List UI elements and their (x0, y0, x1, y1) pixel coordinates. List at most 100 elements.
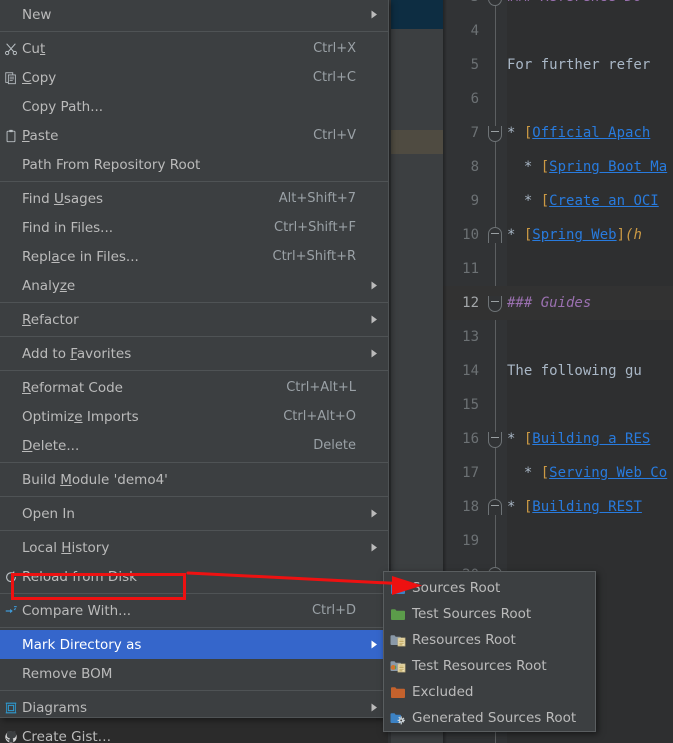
code-text: The following gu (507, 363, 642, 379)
menu-item-find-usages[interactable]: Find Usages Alt+Shift+7 (0, 184, 388, 213)
chevron-right-icon (370, 10, 388, 19)
code-text: * [Building REST (507, 499, 642, 515)
fold-toggle-icon[interactable] (488, 499, 502, 515)
fold-toggle-icon[interactable] (488, 126, 502, 142)
submenu-item-excluded[interactable]: Excluded (384, 679, 595, 705)
editor-line[interactable]: 9 * [Create an OCI (443, 184, 673, 218)
chevron-right-icon (370, 509, 388, 518)
menu-item-label: Reload from Disk (22, 568, 137, 585)
editor-line[interactable]: 7 * [Official Apach (443, 116, 673, 150)
menu-item-build-module-demo4[interactable]: Build Module 'demo4' (0, 465, 388, 494)
editor-line[interactable]: 14 The following gu (443, 354, 673, 388)
menu-item-label: Optimize Imports (22, 408, 139, 425)
menu-item-icon-slot (0, 465, 22, 494)
menu-separator (0, 370, 388, 371)
code-text: * [Spring Web](h (507, 227, 642, 243)
fold-toggle-icon[interactable] (488, 432, 502, 448)
menu-item-label: Build Module 'demo4' (22, 471, 168, 488)
menu-item-label: Analyze (22, 277, 76, 294)
code-text: * [Building a RES (507, 431, 651, 447)
menu-item-cut[interactable]: Cut Ctrl+X (0, 34, 388, 63)
line-number: 17 (462, 465, 479, 481)
editor-line[interactable]: 17 * [Serving Web Co (443, 456, 673, 490)
menu-item-icon-slot (0, 402, 22, 431)
menu-item-add-to-favorites[interactable]: Add to Favorites (0, 339, 388, 368)
editor-line[interactable]: 12 ### Guides (443, 286, 673, 320)
blue-folder-lines-icon (384, 627, 412, 653)
menu-item-find-in-files[interactable]: Find in Files... Ctrl+Shift+F (0, 213, 388, 242)
menu-item-analyze[interactable]: Analyze (0, 271, 388, 300)
chevron-right-icon (370, 281, 388, 290)
menu-separator (0, 496, 388, 497)
menu-item-replace-in-files[interactable]: Replace in Files... Ctrl+Shift+R (0, 242, 388, 271)
menu-item-delete[interactable]: Delete... Delete (0, 431, 388, 460)
scissors-icon (0, 34, 22, 63)
submenu-item-generated-sources-root[interactable]: Generated Sources Root (384, 705, 595, 731)
project-selected-row[interactable] (391, 0, 443, 29)
editor-line[interactable]: 8 * [Spring Boot Ma (443, 150, 673, 184)
menu-item-new[interactable]: New (0, 0, 388, 29)
editor-line[interactable]: 4 (443, 14, 673, 48)
submenu-item-label: Test Resources Root (412, 658, 547, 674)
menu-item-icon-slot (0, 339, 22, 368)
menu-item-reload-from-disk[interactable]: Reload from Disk (0, 562, 388, 591)
editor-line[interactable]: 10 * [Spring Web](h (443, 218, 673, 252)
fold-toggle-icon[interactable] (488, 0, 502, 6)
menu-separator (0, 302, 388, 303)
menu-item-label: Copy (22, 69, 57, 86)
github-icon (0, 722, 22, 743)
editor-line[interactable]: 18 * [Building REST (443, 490, 673, 524)
menu-item-icon-slot (0, 499, 22, 528)
editor-line[interactable]: 15 (443, 388, 673, 422)
menu-item-icon-slot (0, 630, 22, 659)
editor-line[interactable]: 13 (443, 320, 673, 354)
submenu-item-sources-root[interactable]: Sources Root (384, 575, 595, 601)
editor-line[interactable]: 11 (443, 252, 673, 286)
editor-line[interactable]: 19 (443, 524, 673, 558)
menu-item-icon-slot (0, 242, 22, 271)
menu-item-shortcut: Alt+Shift+7 (278, 191, 356, 206)
fold-toggle-icon[interactable] (488, 227, 502, 243)
fold-toggle-icon[interactable] (488, 296, 502, 312)
menu-item-open-in[interactable]: Open In (0, 499, 388, 528)
menu-item-optimize-imports[interactable]: Optimize Imports Ctrl+Alt+O (0, 402, 388, 431)
project-highlighted-row[interactable] (391, 130, 443, 154)
code-text: * [Spring Boot Ma (507, 159, 668, 175)
editor-line[interactable]: 6 (443, 82, 673, 116)
submenu-item-resources-root[interactable]: Resources Root (384, 627, 595, 653)
mark-directory-as-submenu[interactable]: Sources Root Test Sources Root Resources R… (383, 571, 596, 732)
menu-item-path-from-repository-root[interactable]: Path From Repository Root (0, 150, 388, 179)
menu-separator (0, 593, 388, 594)
menu-item-icon-slot (0, 0, 22, 29)
editor-line[interactable]: 3 ### Reference Do (443, 0, 673, 14)
context-menu[interactable]: New Cut Ctrl+X Copy Ctrl+C Copy Path... Paste C… (0, 0, 389, 743)
submenu-item-test-sources-root[interactable]: Test Sources Root (384, 601, 595, 627)
menu-item-shortcut: Ctrl+C (312, 70, 356, 85)
menu-item-shortcut: Ctrl+Shift+R (272, 249, 357, 264)
menu-item-mark-directory-as[interactable]: Mark Directory as (0, 630, 388, 659)
menu-item-remove-bom[interactable]: Remove BOM (0, 659, 388, 688)
code-text: * [Official Apach (507, 125, 651, 141)
menu-item-icon-slot (0, 213, 22, 242)
line-number: 19 (462, 533, 479, 549)
menu-item-shortcut: Ctrl+Alt+L (286, 380, 356, 395)
menu-item-diagrams[interactable]: Diagrams (0, 693, 388, 722)
editor-line[interactable]: 16 * [Building a RES (443, 422, 673, 456)
line-number: 8 (470, 159, 479, 175)
menu-item-icon-slot (0, 431, 22, 460)
menu-item-copy-path[interactable]: Copy Path... (0, 92, 388, 121)
menu-item-paste[interactable]: Paste Ctrl+V (0, 121, 388, 150)
editor-line[interactable]: 5 For further refer (443, 48, 673, 82)
menu-item-refactor[interactable]: Refactor (0, 305, 388, 334)
line-number: 18 (462, 499, 479, 515)
menu-item-reformat-code[interactable]: Reformat Code Ctrl+Alt+L (0, 373, 388, 402)
menu-item-local-history[interactable]: Local History (0, 533, 388, 562)
menu-separator (0, 627, 388, 628)
menu-item-icon-slot (0, 305, 22, 334)
menu-item-compare-with[interactable]: Compare With... Ctrl+D (0, 596, 388, 625)
submenu-item-test-resources-root[interactable]: Test Resources Root (384, 653, 595, 679)
line-number: 14 (462, 363, 479, 379)
menu-item-shortcut: Ctrl+X (313, 41, 356, 56)
menu-item-copy[interactable]: Copy Ctrl+C (0, 63, 388, 92)
menu-item-create-gist[interactable]: Create Gist… (0, 722, 388, 743)
